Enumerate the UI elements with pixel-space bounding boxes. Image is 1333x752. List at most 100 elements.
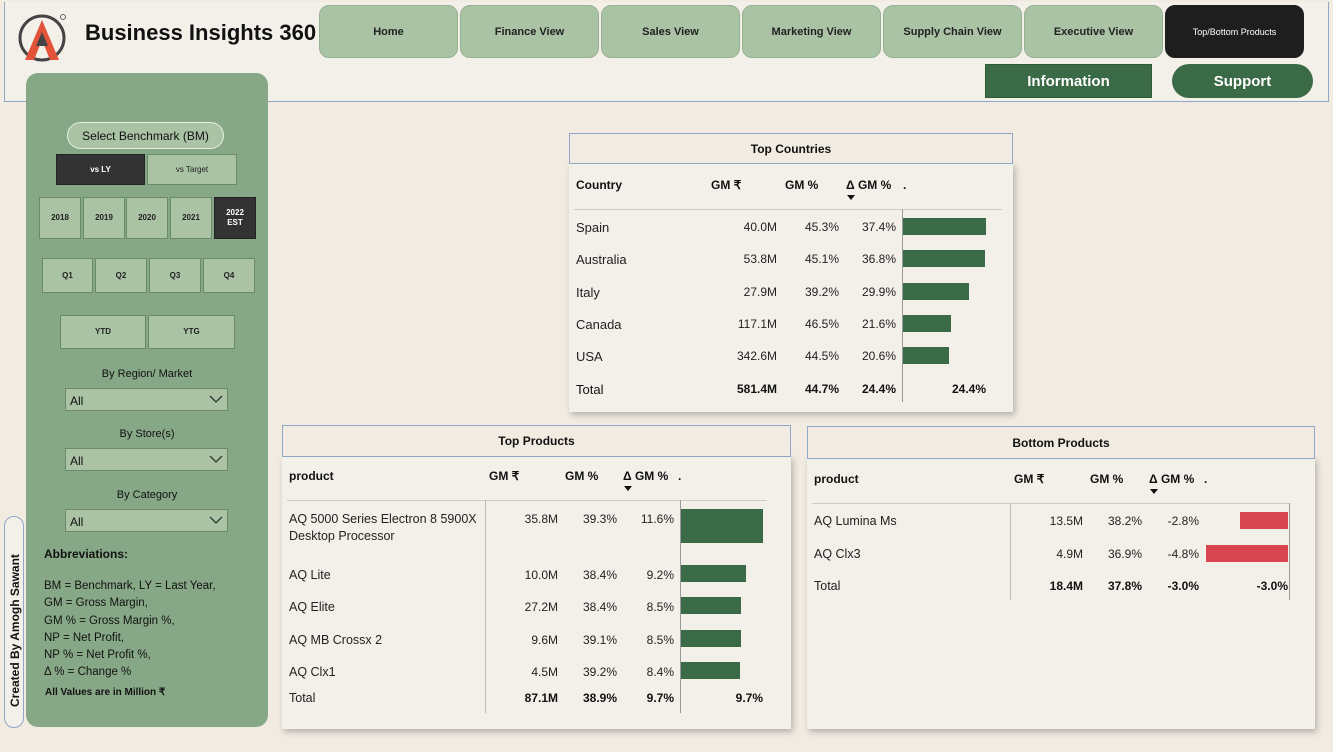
chevron-down-icon xyxy=(209,395,223,403)
tab-sales-view[interactable]: Sales View xyxy=(601,5,740,58)
delta-gm-pct-value: 8.4% xyxy=(646,665,674,679)
col-header-product[interactable]: product xyxy=(289,469,334,483)
country-name[interactable]: USA xyxy=(576,349,603,364)
total-gm: 18.4M xyxy=(1049,579,1083,593)
total-delta: 24.4% xyxy=(861,382,896,396)
delta-gm-pct-value: 36.8% xyxy=(861,252,896,266)
delta-gm-pct-value: -2.8% xyxy=(1167,514,1199,528)
col-header-delta-gm-pct[interactable]: Δ GM % xyxy=(846,178,891,192)
period-ytg-button[interactable]: YTG xyxy=(148,315,235,349)
top-products-table: product GM ₹ GM % Δ GM % . AQ 5000 Serie… xyxy=(282,456,791,729)
delta-gm-bar xyxy=(681,509,763,543)
sort-descending-icon xyxy=(1150,489,1158,494)
abbreviation-item: NP = Net Profit, xyxy=(44,631,125,644)
chevron-down-icon xyxy=(209,516,223,524)
year-2019-button[interactable]: 2019 xyxy=(83,197,125,239)
total-bar-label: -3.0% xyxy=(1256,579,1288,593)
col-header-delta-gm-pct[interactable]: Δ GM % xyxy=(623,469,668,483)
delta-gm-pct-value: 9.2% xyxy=(646,568,674,582)
tab-home[interactable]: Home xyxy=(319,5,458,58)
col-header-bar: . xyxy=(903,178,907,192)
filter-sidebar: Select Benchmark (BM) vs LY vs Target 20… xyxy=(26,73,268,727)
product-name[interactable]: AQ MB Crossx 2 xyxy=(289,633,382,647)
total-gm: 87.1M xyxy=(524,691,558,705)
quarter-q4-button[interactable]: Q4 xyxy=(203,258,255,293)
tab-supply-chain-view[interactable]: Supply Chain View xyxy=(883,5,1022,58)
product-name[interactable]: AQ Lite xyxy=(289,568,331,582)
app-logo-icon xyxy=(18,14,66,62)
year-2021-button[interactable]: 2021 xyxy=(170,197,212,239)
chevron-down-icon xyxy=(209,455,223,463)
col-header-gm[interactable]: GM ₹ xyxy=(1014,472,1044,486)
total-gm: 581.4M xyxy=(736,382,777,396)
abbreviations-list: BM = Benchmark, LY = Last Year, GM = Gro… xyxy=(44,578,216,682)
country-name[interactable]: Italy xyxy=(576,285,600,300)
tab-finance-view[interactable]: Finance View xyxy=(460,5,599,58)
delta-gm-bar xyxy=(681,662,741,679)
benchmark-vs-ly-button[interactable]: vs LY xyxy=(56,154,145,185)
delta-gm-bar xyxy=(1240,512,1288,529)
col-header-product[interactable]: product xyxy=(814,472,859,486)
product-name[interactable]: AQ Lumina Ms xyxy=(814,514,897,528)
year-2018-button[interactable]: 2018 xyxy=(39,197,81,239)
col-header-gm[interactable]: GM ₹ xyxy=(711,178,741,192)
period-ytd-button[interactable]: YTD xyxy=(60,315,146,349)
abbreviations-title: Abbreviations: xyxy=(44,547,129,561)
total-label: Total xyxy=(814,579,841,593)
col-header-gm-pct[interactable]: GM % xyxy=(785,178,818,192)
tab-top-bottom-products[interactable]: Top/Bottom Products xyxy=(1165,5,1304,58)
total-label: Total xyxy=(576,382,604,397)
delta-gm-bar xyxy=(903,347,949,364)
sort-descending-icon xyxy=(624,486,632,491)
year-2022-est-button[interactable]: 2022 EST xyxy=(214,197,256,239)
col-header-gm-pct[interactable]: GM % xyxy=(565,469,598,483)
product-name[interactable]: AQ Clx3 xyxy=(814,547,861,561)
col-header-gm[interactable]: GM ₹ xyxy=(489,469,519,483)
tab-executive-view[interactable]: Executive View xyxy=(1024,5,1163,58)
bar-axis xyxy=(1289,503,1290,600)
delta-gm-bar xyxy=(903,315,951,332)
delta-gm-pct-value: 20.6% xyxy=(861,349,896,363)
product-name[interactable]: AQ Clx1 xyxy=(289,665,336,679)
country-name[interactable]: Canada xyxy=(576,317,622,332)
quarter-q1-button[interactable]: Q1 xyxy=(42,258,93,293)
delta-gm-pct-value: 29.9% xyxy=(861,285,896,299)
app-title: Business Insights 360 xyxy=(85,20,317,45)
tab-marketing-view[interactable]: Marketing View xyxy=(742,5,881,58)
information-button[interactable]: Information xyxy=(985,64,1152,98)
abbreviation-item: Δ % = Change % xyxy=(44,666,132,679)
total-delta: 9.7% xyxy=(646,691,674,705)
quarter-q3-button[interactable]: Q3 xyxy=(149,258,201,293)
product-name[interactable]: AQ Elite xyxy=(289,600,335,614)
year-2020-button[interactable]: 2020 xyxy=(126,197,168,239)
bottom-products-table: product GM ₹ GM % Δ GM % . AQ Lumina Ms 1… xyxy=(807,458,1315,729)
col-header-country[interactable]: Country xyxy=(576,178,622,192)
delta-gm-pct-value: 8.5% xyxy=(646,600,674,614)
header-divider xyxy=(574,209,1002,210)
quarter-q2-button[interactable]: Q2 xyxy=(95,258,147,293)
region-filter-dropdown[interactable]: All xyxy=(65,388,228,411)
delta-gm-bar xyxy=(681,630,742,647)
store-filter-dropdown[interactable]: All xyxy=(65,448,228,471)
col-header-bar: . xyxy=(678,469,682,483)
region-filter-label: By Region/ Market xyxy=(101,368,193,380)
gm-value: 27.2M xyxy=(524,600,558,614)
delta-gm-bar xyxy=(681,565,747,582)
col-header-gm-pct[interactable]: GM % xyxy=(1090,472,1123,486)
gm-value: 53.8M xyxy=(743,252,777,266)
abbreviation-item: GM % = Gross Margin %, xyxy=(44,614,175,627)
benchmark-vs-target-button[interactable]: vs Target xyxy=(147,154,237,185)
gm-value: 117.1M xyxy=(737,317,777,331)
sort-descending-icon xyxy=(847,195,855,200)
gm-value: 9.6M xyxy=(531,633,558,647)
delta-gm-bar xyxy=(903,218,986,235)
support-button[interactable]: Support xyxy=(1172,64,1313,98)
col-header-delta-gm-pct[interactable]: Δ GM % xyxy=(1149,472,1194,486)
store-filter-value: All xyxy=(70,454,84,468)
gm-value: 342.6M xyxy=(736,349,777,363)
country-name[interactable]: Spain xyxy=(576,220,609,235)
gm-value: 4.9M xyxy=(1056,547,1083,561)
country-name[interactable]: Australia xyxy=(576,252,627,267)
product-name[interactable]: AQ 5000 Series Electron 8 5900X xyxy=(289,512,477,526)
category-filter-dropdown[interactable]: All xyxy=(65,509,228,532)
